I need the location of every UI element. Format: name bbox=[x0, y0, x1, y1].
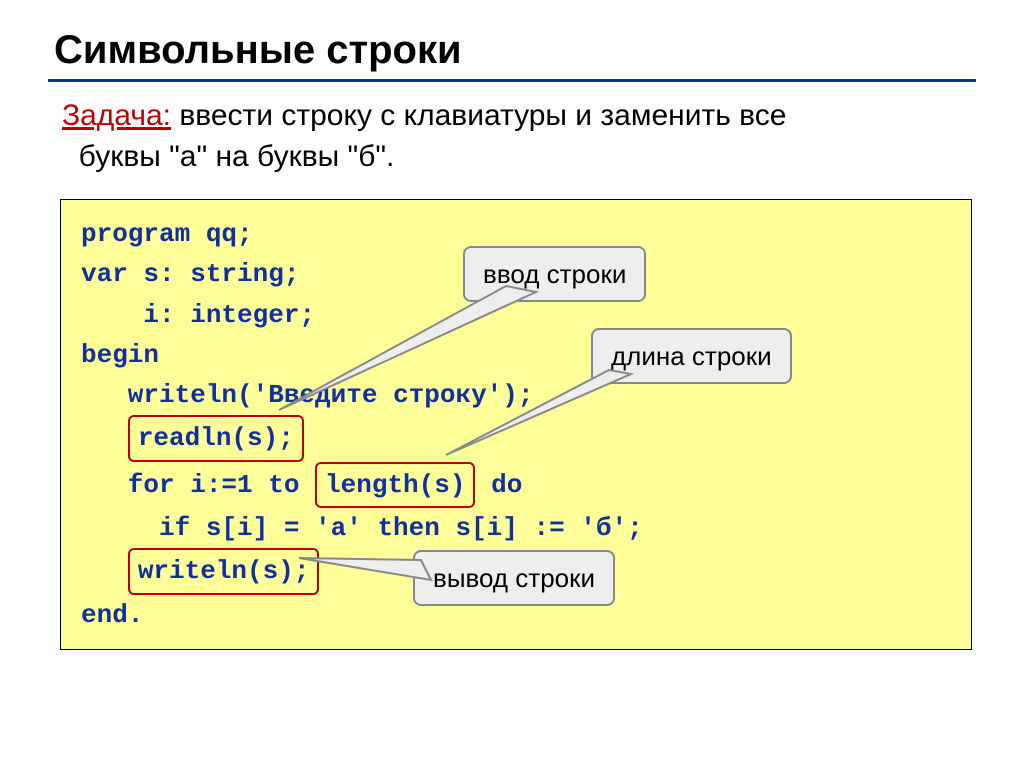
task-label: Задача: bbox=[62, 99, 171, 132]
callout-input: ввод строки bbox=[463, 246, 646, 302]
code-box: program qq; var s: string; i: integer; b… bbox=[60, 199, 972, 650]
slide-title: Символьные строки bbox=[54, 28, 976, 73]
task-paragraph: Задача: ввести строку с клавиатуры и зам… bbox=[62, 96, 976, 177]
code-line-8: if s[i] = 'а' then s[i] := 'б'; bbox=[81, 508, 951, 548]
task-text: ввести строку с клавиатуры и заменить вс… bbox=[62, 99, 786, 173]
code-line-6: readln(s); bbox=[81, 415, 951, 461]
writeln-highlight: writeln(s); bbox=[128, 548, 320, 594]
title-underline bbox=[48, 79, 976, 82]
code-line-7: for i:=1 to length(s) do bbox=[81, 462, 951, 508]
readln-highlight: readln(s); bbox=[128, 415, 304, 461]
code-line-4: begin bbox=[81, 335, 951, 375]
length-highlight: length(s) bbox=[315, 462, 475, 508]
callout-output: вывод строки bbox=[413, 550, 615, 606]
callout-length: длина строки bbox=[591, 328, 792, 384]
code-line-5: writeln('Введите строку'); bbox=[81, 375, 951, 415]
